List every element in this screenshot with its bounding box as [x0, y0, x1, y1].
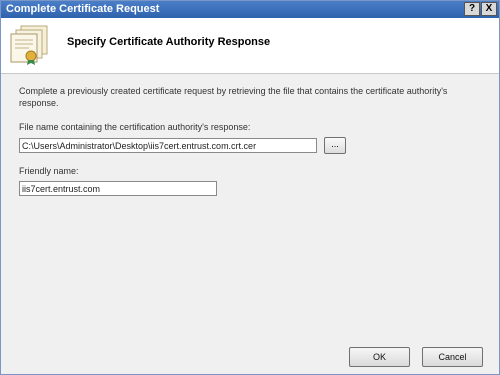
wizard-header: Specify Certificate Authority Response	[1, 18, 499, 74]
file-name-label: File name containing the certification a…	[19, 122, 251, 132]
description-text: Complete a previously created certificat…	[19, 86, 448, 108]
friendly-name-input[interactable]: iis7cert.entrust.com	[19, 181, 217, 196]
help-button[interactable]: ?	[464, 2, 480, 16]
cancel-button[interactable]: Cancel	[422, 347, 483, 367]
title-bar[interactable]: Complete Certificate Request ? X	[1, 1, 499, 18]
browse-button[interactable]: ...	[324, 137, 346, 154]
ok-button[interactable]: OK	[349, 347, 410, 367]
dialog-window: Complete Certificate Request ? X Specify…	[0, 0, 500, 375]
page-title: Specify Certificate Authority Response	[67, 36, 271, 48]
file-name-input[interactable]: C:\Users\Administrator\Desktop\iis7cert.…	[19, 138, 317, 153]
certificate-stack-icon	[10, 25, 48, 65]
close-button[interactable]: X	[481, 2, 497, 16]
friendly-name-label: Friendly name:	[19, 166, 79, 176]
window-title: Complete Certificate Request	[6, 3, 160, 15]
